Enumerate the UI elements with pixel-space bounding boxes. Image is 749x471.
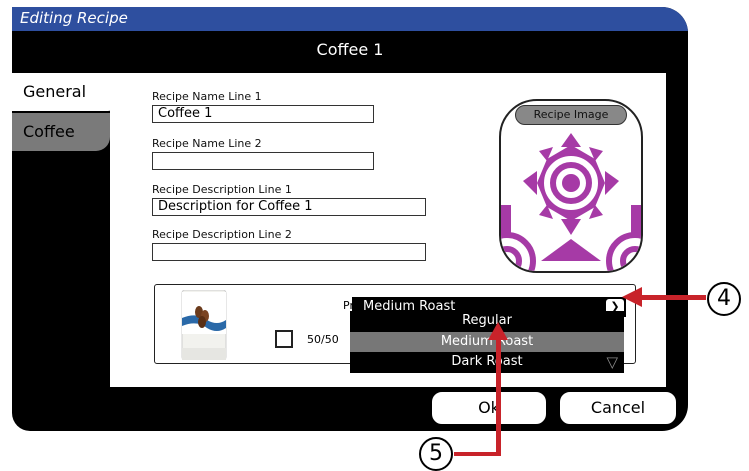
callout-4: 4 [707, 282, 741, 316]
arrow-to-dropdown [454, 322, 508, 456]
arrow-to-chevron [622, 287, 706, 307]
annotation-arrows [454, 287, 706, 456]
callout-5: 5 [419, 437, 453, 471]
